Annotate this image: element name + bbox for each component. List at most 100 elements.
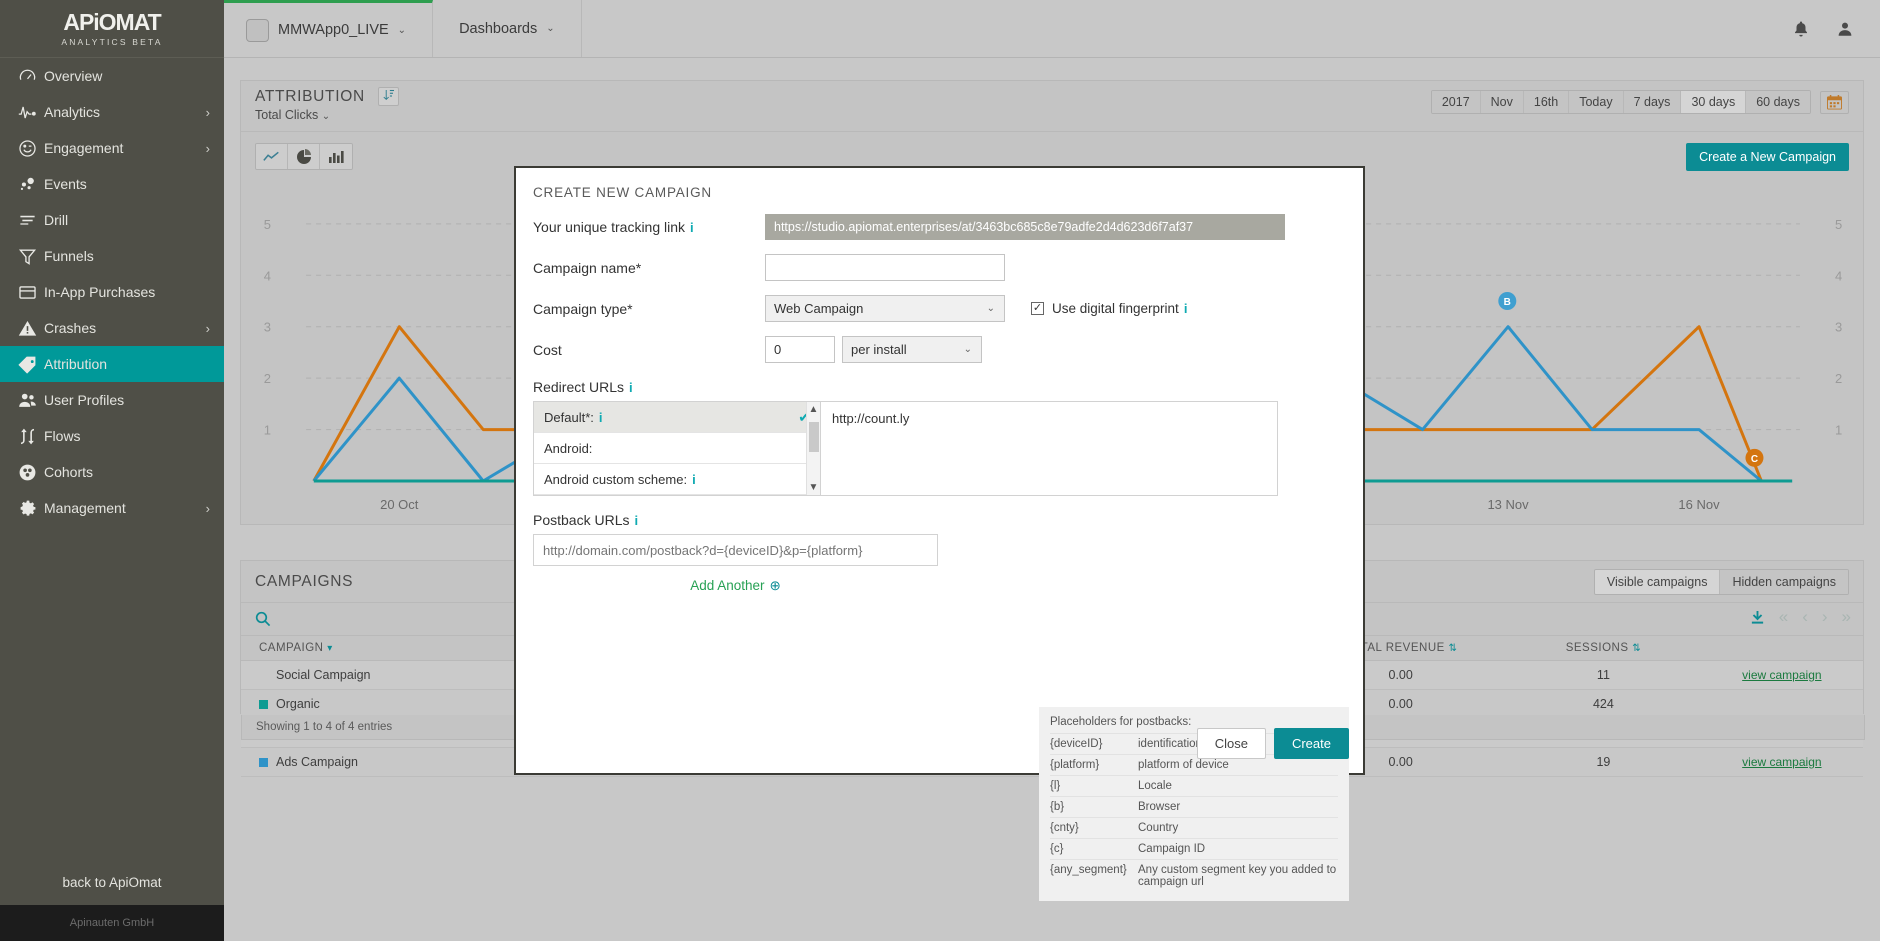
campaign-name: Social Campaign — [276, 668, 371, 682]
line-chart-icon[interactable] — [256, 144, 288, 169]
sidebar: APiOMAT ANALYTICS BETA Overview Analytics… — [0, 0, 224, 941]
toggle-visible-campaigns[interactable]: Visible campaigns — [1594, 570, 1721, 594]
sidebar-item-overview[interactable]: Overview — [0, 58, 224, 94]
sidebar-item-user-profiles[interactable]: User Profiles — [0, 382, 224, 418]
tab-dashboards[interactable]: Dashboards ⌄ — [433, 0, 582, 57]
tracking-link-value[interactable]: https://studio.apiomat.enterprises/at/34… — [765, 214, 1285, 240]
redirect-list-scrollbar[interactable]: ▲ ▼ — [806, 402, 820, 495]
create-new-campaign-button[interactable]: Create a New Campaign — [1686, 143, 1849, 171]
info-icon[interactable]: i — [1184, 301, 1188, 316]
column-header-sessions[interactable]: SESSIONS ⇅ — [1506, 636, 1701, 661]
add-another-label: Add Another — [690, 578, 765, 593]
placeholder-desc: Any custom segment key you added to camp… — [1138, 859, 1338, 892]
redirect-urls-box: Default*: i ✔ Android: Android custom scheme… — [533, 401, 1278, 496]
redirect-item-default[interactable]: Default*: i ✔ — [534, 402, 820, 433]
column-label: SESSIONS — [1565, 642, 1629, 654]
tracking-link-row: Your unique tracking link i https://studi… — [516, 214, 1363, 240]
download-icon[interactable] — [1750, 610, 1765, 625]
column-header-actions[interactable] — [1700, 636, 1863, 661]
campaign-name-input[interactable] — [765, 254, 1005, 281]
sidebar-item-flows[interactable]: Flows — [0, 418, 224, 454]
sidebar-item-in-app-purchases[interactable]: In-App Purchases — [0, 274, 224, 310]
chevron-right-icon: › — [205, 320, 210, 336]
date-range-16th[interactable]: 16th — [1523, 91, 1570, 113]
campaign-name: Ads Campaign — [276, 755, 358, 769]
chevron-down-icon: ⌄ — [963, 344, 972, 355]
postback-url-input[interactable] — [533, 534, 938, 566]
sidebar-item-analytics[interactable]: Analytics › — [0, 94, 224, 130]
sidebar-item-crashes[interactable]: Crashes › — [0, 310, 224, 346]
toggle-hidden-campaigns[interactable]: Hidden campaigns — [1720, 570, 1848, 594]
last-page-button[interactable]: » — [1842, 607, 1851, 627]
sidebar-item-drill[interactable]: Drill — [0, 202, 224, 238]
fingerprint-label: Use digital fingerprint — [1052, 301, 1179, 316]
date-range-30-days[interactable]: 30 days — [1681, 91, 1747, 113]
info-icon[interactable]: i — [629, 380, 633, 395]
info-icon[interactable]: i — [599, 410, 603, 425]
info-icon[interactable]: i — [692, 472, 696, 487]
sidebar-item-label: Events — [44, 176, 87, 192]
date-range-selector: 2017 Nov 16th Today 7 days 30 days 60 days — [1430, 90, 1849, 114]
scrollbar-thumb[interactable] — [809, 422, 819, 452]
cost-unit-select[interactable]: per install ⌄ — [842, 336, 982, 363]
sidebar-item-cohorts[interactable]: Cohorts — [0, 454, 224, 490]
tab-app-selector[interactable]: MMWApp0_LIVE ⌄ — [224, 0, 434, 57]
sidebar-item-label: Funnels — [44, 248, 94, 264]
add-another-postback-button[interactable]: Add Another ⊕ — [533, 578, 938, 594]
campaign-type-row: Campaign type* Web Campaign ⌄ ✓ Use digi… — [516, 295, 1363, 322]
chevron-up-icon[interactable]: ▲ — [809, 402, 819, 417]
first-page-button[interactable]: « — [1779, 607, 1788, 627]
redirect-url-value[interactable]: http://count.ly — [821, 401, 1278, 496]
date-range-2017[interactable]: 2017 — [1431, 91, 1481, 113]
use-digital-fingerprint-checkbox[interactable]: ✓ Use digital fingerprint i — [1031, 301, 1187, 316]
user-icon[interactable] — [1836, 20, 1854, 38]
tag-icon — [18, 355, 44, 374]
cost-input[interactable] — [765, 336, 835, 363]
pagination-controls: « ‹ › » — [1750, 607, 1851, 627]
page-title: ATTRIBUTION — [255, 87, 365, 105]
bar-chart-icon[interactable] — [320, 144, 352, 169]
chart-annotation-c[interactable]: C — [1745, 448, 1764, 467]
app-thumbnail-icon — [246, 18, 269, 42]
sort-descending-icon[interactable] — [378, 87, 400, 106]
date-range-60-days[interactable]: 60 days — [1746, 91, 1810, 113]
pie-chart-icon[interactable] — [288, 144, 320, 169]
sidebar-item-attribution[interactable]: Attribution — [0, 346, 224, 382]
sidebar-item-label: Attribution — [44, 356, 108, 372]
date-range-nov[interactable]: Nov — [1480, 91, 1524, 113]
sidebar-item-funnels[interactable]: Funnels — [0, 238, 224, 274]
campaign-type-label: Campaign type* — [533, 300, 633, 317]
back-to-apiomat-link[interactable]: back to ApiOmat — [0, 859, 224, 905]
brand-logo-text: APiOMAT — [63, 8, 161, 35]
sidebar-item-engagement[interactable]: Engagement › — [0, 130, 224, 166]
tab-app-label: MMWApp0_LIVE — [278, 22, 389, 38]
next-page-button[interactable]: › — [1822, 607, 1828, 627]
info-icon[interactable]: i — [690, 220, 694, 235]
sidebar-item-label: Crashes — [44, 320, 97, 336]
prev-page-button[interactable]: ‹ — [1802, 607, 1808, 627]
campaign-type-select[interactable]: Web Campaign ⌄ — [765, 295, 1005, 322]
redirect-item-android[interactable]: Android: — [534, 433, 820, 464]
create-button[interactable]: Create — [1273, 728, 1349, 759]
redirect-item-android-custom-scheme[interactable]: Android custom scheme: i — [534, 464, 820, 495]
bell-icon[interactable] — [1792, 20, 1810, 38]
view-campaign-link[interactable]: view campaign — [1742, 755, 1821, 769]
sidebar-item-management[interactable]: Management › — [0, 490, 224, 526]
y-axis-tick-label: 5 — [1835, 217, 1842, 232]
search-icon[interactable] — [255, 611, 271, 627]
info-icon[interactable]: i — [634, 513, 638, 528]
placeholder-desc: Locale — [1138, 775, 1338, 797]
date-range-today[interactable]: Today — [1569, 91, 1624, 113]
sidebar-item-label: Management — [44, 500, 126, 516]
sidebar-item-events[interactable]: Events — [0, 166, 224, 202]
sidebar-item-label: Overview — [44, 68, 103, 84]
view-campaign-link[interactable]: view campaign — [1742, 668, 1821, 682]
calendar-icon[interactable] — [1820, 90, 1849, 114]
sidebar-footer: Apinauten GmbH — [0, 905, 224, 941]
cell-sessions-2: 19 — [1506, 747, 1701, 777]
sort-icon: ⇅ — [1448, 643, 1458, 654]
chart-annotation-b[interactable]: B — [1498, 292, 1517, 310]
chevron-down-icon[interactable]: ▼ — [809, 480, 819, 495]
date-range-7-days[interactable]: 7 days — [1623, 91, 1682, 113]
close-button[interactable]: Close — [1196, 728, 1266, 759]
